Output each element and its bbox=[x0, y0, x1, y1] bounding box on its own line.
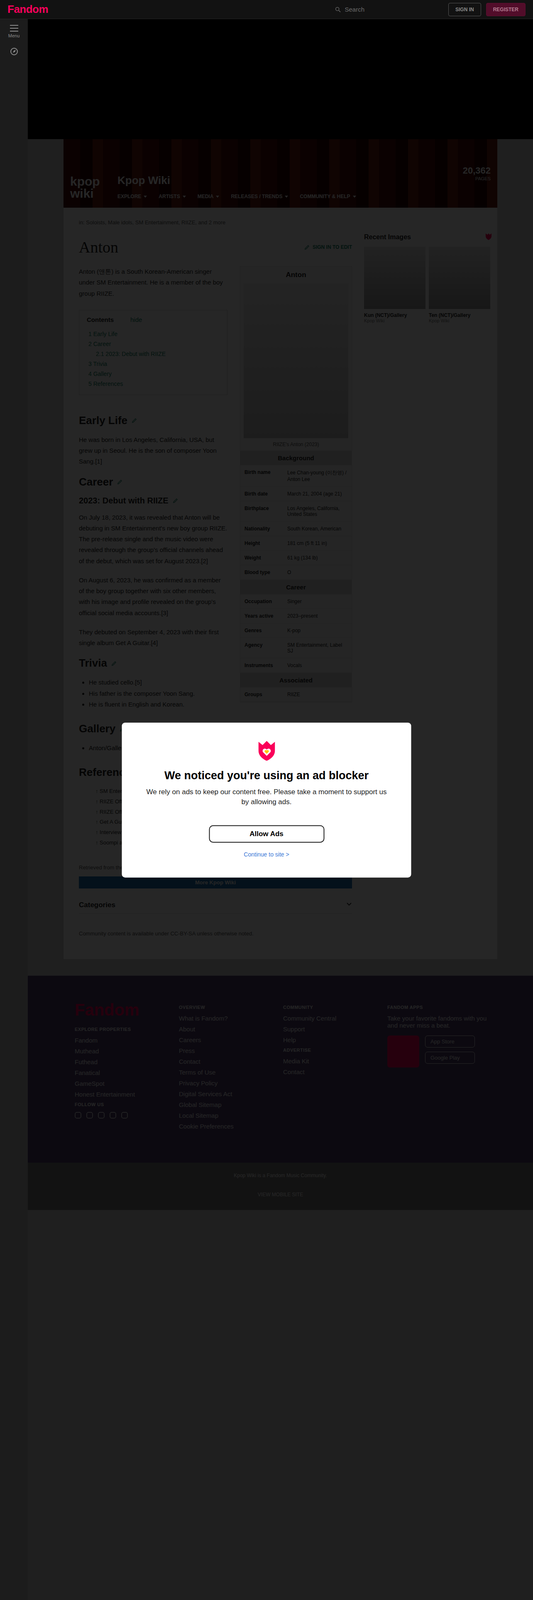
continue-link[interactable]: Continue to site > bbox=[243, 850, 289, 857]
sign-in-button[interactable]: SIGN IN bbox=[448, 2, 482, 17]
menu-icon bbox=[9, 24, 19, 32]
adblock-modal: We noticed you're using an ad blocker We … bbox=[122, 722, 412, 878]
global-nav: Fandom Search SIGN IN REGISTER bbox=[0, 0, 533, 20]
menu-button[interactable]: Menu bbox=[8, 24, 20, 39]
modal-title: We noticed you're using an ad blocker bbox=[164, 768, 369, 782]
search-icon bbox=[334, 6, 342, 13]
register-button[interactable]: REGISTER bbox=[486, 2, 526, 17]
explore-icon[interactable] bbox=[9, 47, 19, 56]
fandom-logo[interactable]: Fandom bbox=[7, 2, 49, 16]
left-rail: Menu bbox=[0, 19, 28, 1599]
allow-ads-button[interactable]: Allow Ads bbox=[208, 824, 325, 842]
fandom-heart-icon bbox=[258, 740, 275, 761]
modal-text: We rely on ads to keep our content free.… bbox=[141, 786, 392, 807]
search-box[interactable]: Search bbox=[334, 5, 365, 13]
